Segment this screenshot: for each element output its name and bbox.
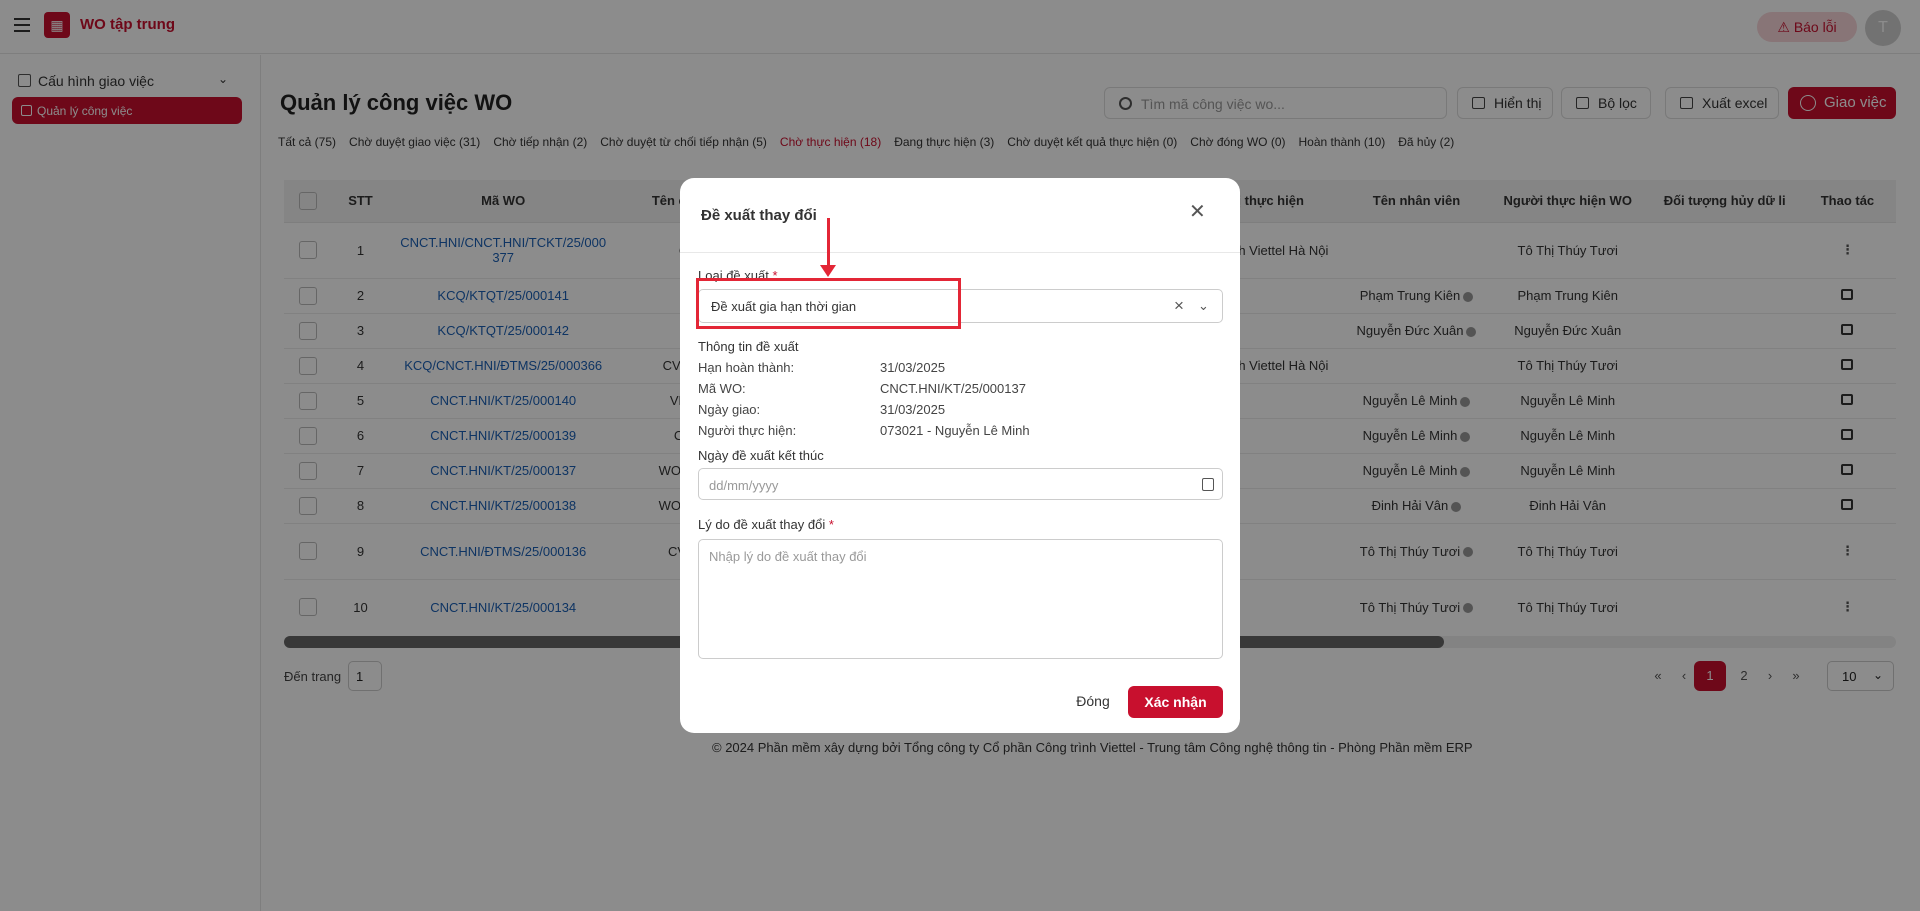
reason-label: Lý do đề xuất thay đổi * [698, 517, 834, 532]
highlight-box [696, 278, 961, 329]
end-date-input[interactable]: dd/mm/yyyy [698, 468, 1223, 500]
confirm-button[interactable]: Xác nhận [1128, 686, 1223, 718]
clear-icon[interactable]: × [1174, 296, 1184, 316]
info-section-title: Thông tin đề xuất [698, 339, 799, 354]
divider [680, 252, 1240, 253]
close-button[interactable]: Đóng [1068, 686, 1118, 716]
end-date-label: Ngày đề xuất kết thúc [698, 448, 824, 463]
dialog-title: Đề xuất thay đổi [701, 207, 817, 224]
annotation-arrow [827, 218, 830, 268]
annotation-arrow-head [820, 265, 836, 277]
end-date-placeholder: dd/mm/yyyy [709, 478, 779, 493]
chevron-down-icon[interactable]: ⌄ [1198, 298, 1209, 314]
calendar-icon[interactable] [1202, 478, 1214, 491]
close-icon[interactable]: ✕ [1189, 202, 1206, 222]
change-request-dialog: Đề xuất thay đổi ✕ Loại đề xuất * Đề xuấ… [680, 178, 1240, 733]
reason-textarea[interactable]: Nhập lý do đề xuất thay đổi [698, 539, 1223, 659]
reason-placeholder: Nhập lý do đề xuất thay đổi [709, 549, 867, 564]
